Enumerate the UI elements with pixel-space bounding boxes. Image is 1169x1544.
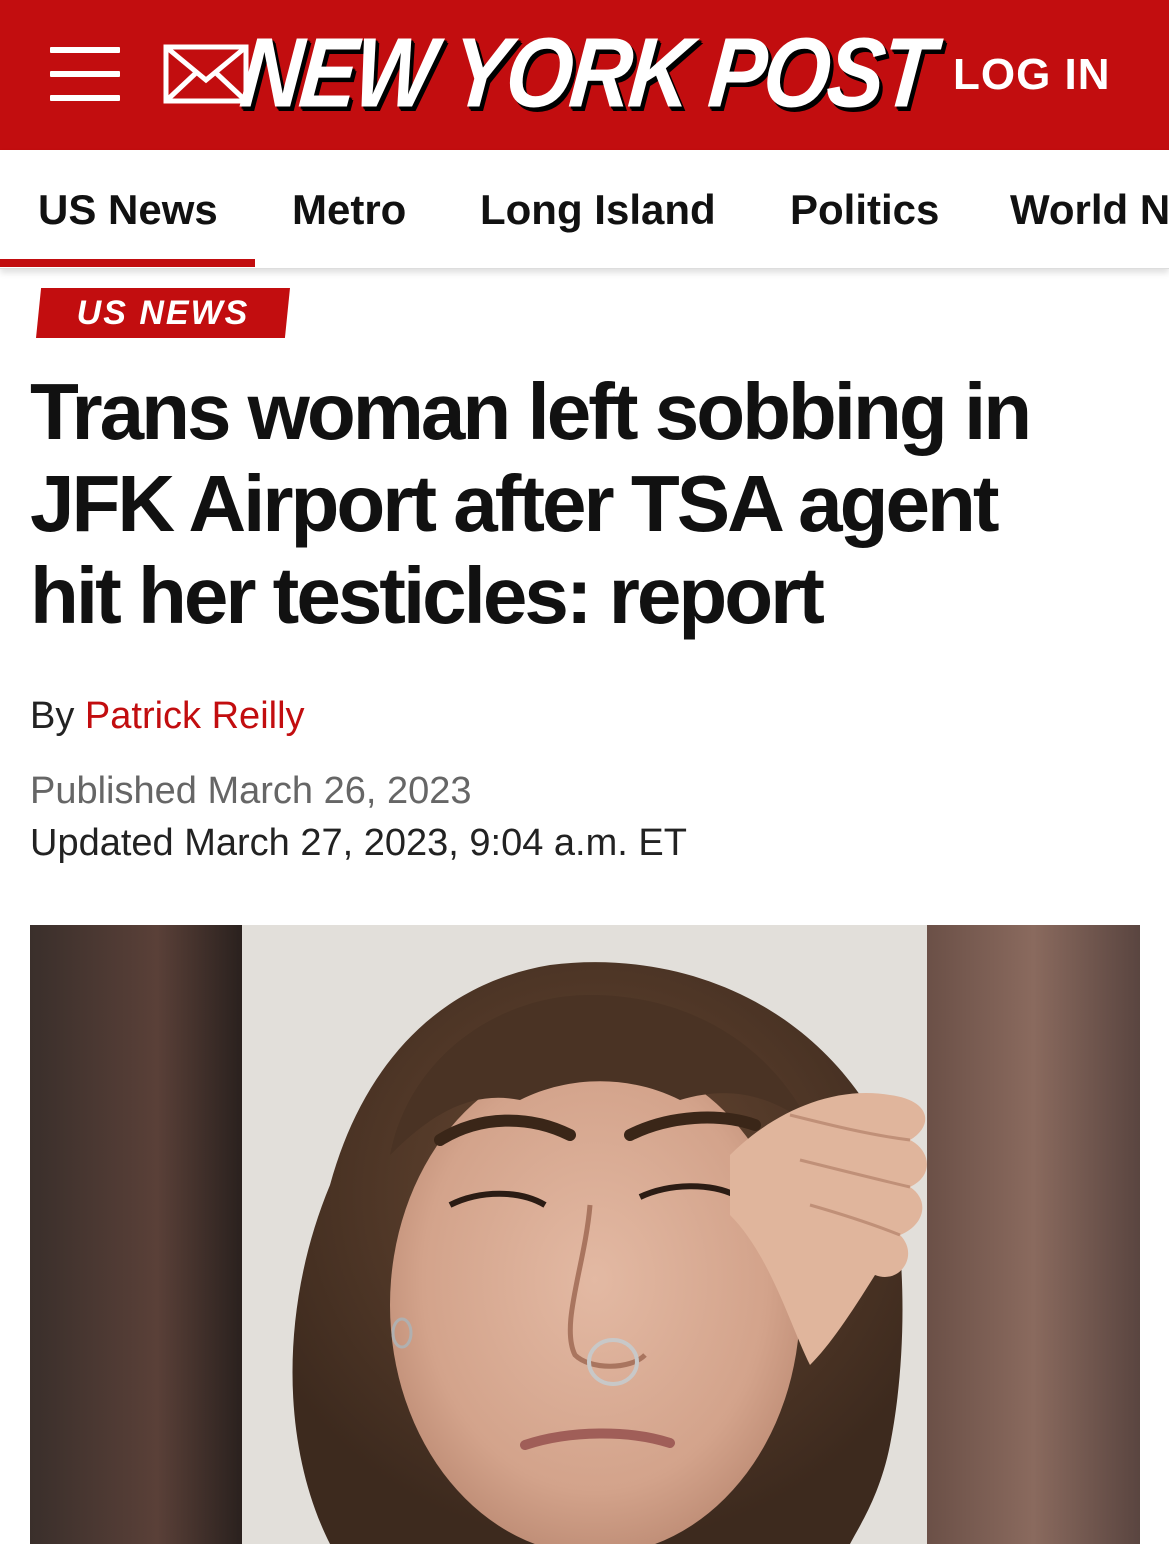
headline-line: hit her testicles: report xyxy=(30,551,825,640)
section-nav: US News Metro Long Island Politics World… xyxy=(0,150,1169,269)
published-date: Published March 26, 2023 xyxy=(30,770,472,812)
hero-photo-illustration xyxy=(30,925,1140,1544)
section-tag-label: US NEWS xyxy=(76,293,250,332)
headline-line: Trans woman left sobbing in xyxy=(30,367,1032,456)
nav-item-long-island[interactable]: Long Island xyxy=(480,186,716,234)
byline-prefix: By xyxy=(30,695,75,737)
nav-item-politics[interactable]: Politics xyxy=(790,186,939,234)
login-button[interactable]: LOG IN xyxy=(953,50,1111,100)
updated-date: Updated March 27, 2023, 9:04 a.m. ET xyxy=(30,822,687,864)
nav-item-us-news[interactable]: US News xyxy=(38,186,218,234)
nav-item-metro[interactable]: Metro xyxy=(292,186,406,234)
headline-line: JFK Airport after TSA agent xyxy=(30,459,999,548)
mail-icon[interactable] xyxy=(163,44,249,104)
article-headline: Trans woman left sobbing in JFK Airport … xyxy=(30,366,1140,642)
section-tag[interactable]: US NEWS xyxy=(36,288,290,338)
menu-line xyxy=(50,95,120,101)
brand-logo-text: NEW YORK POST xyxy=(235,17,937,128)
top-header-bar: NEW YORK POST LOG IN xyxy=(0,0,1169,150)
brand-logo[interactable]: NEW YORK POST xyxy=(236,17,937,128)
hero-photo[interactable] xyxy=(30,925,1140,1544)
byline: By Patrick Reilly xyxy=(30,695,305,738)
nav-item-world-news[interactable]: World N xyxy=(1010,186,1169,234)
author-link[interactable]: Patrick Reilly xyxy=(85,695,305,737)
hamburger-menu-icon[interactable] xyxy=(50,45,122,105)
menu-line xyxy=(50,71,120,77)
active-nav-indicator xyxy=(0,259,255,267)
menu-line xyxy=(50,47,120,53)
